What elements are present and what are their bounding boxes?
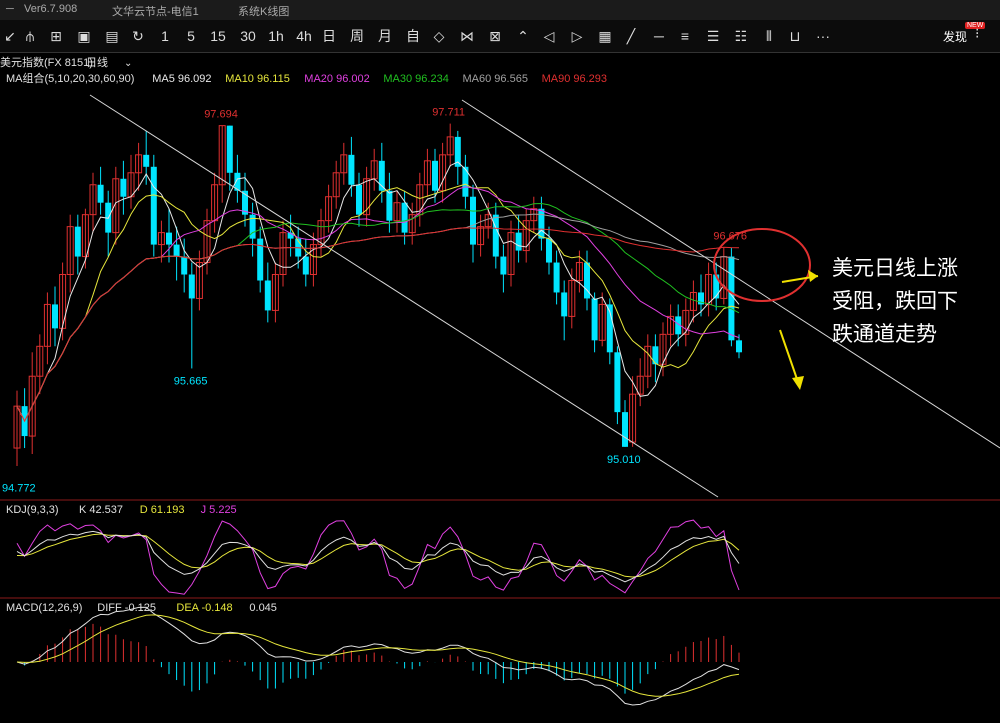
candle-body-down [432, 160, 438, 191]
kdj-legend: KDJ(9,3,3) K 42.537 D 61.193 J 5.225 [6, 504, 237, 516]
ma30-line [16, 202, 740, 423]
ma60-line [16, 213, 740, 423]
candle-body-down [546, 238, 552, 263]
candle-body-down [652, 346, 659, 365]
candle-body-down [470, 196, 476, 245]
candle-body-down [143, 154, 150, 167]
macd-plot [16, 606, 740, 706]
kdj-j-line [16, 519, 740, 595]
maLegend-item-5: MA60 96.565 [463, 73, 528, 85]
candlestick-series [13, 123, 742, 466]
candle-body-down [173, 244, 180, 257]
kdjLegend-item-1: K 42.537 [79, 504, 123, 516]
candle-body-down [500, 256, 507, 275]
candle-body-down [515, 232, 522, 251]
period-chevron-icon[interactable]: ⌄ [124, 58, 132, 69]
annotation-line-1: 美元日线上涨 [832, 257, 958, 280]
candle-body-down [492, 214, 499, 257]
candle-body-down [74, 226, 81, 257]
candle-body-down [188, 274, 195, 299]
arrow-to-text-head [808, 270, 818, 282]
kline-chart[interactable]: 美元指数(FX 8151) 日线 ⌄ MA组合(5,10,20,30,60,90… [0, 0, 1000, 723]
period-label[interactable]: 日线 [86, 55, 108, 69]
arrow-down-head [792, 376, 804, 390]
maLegend-item-2: MA10 96.115 [225, 73, 290, 85]
price-label-high: 97.711 [432, 107, 465, 119]
candle-body-down [462, 166, 469, 197]
kdj-k-line [16, 530, 740, 583]
maLegend-item-3: MA20 96.002 [304, 73, 369, 85]
ma-legend: MA组合(5,10,20,30,60,90) MA5 96.092 MA10 96.… [6, 71, 607, 85]
macdLegend-item-2: DEA -0.148 [176, 602, 232, 614]
candle-body-down [401, 202, 408, 233]
candle-body-down [728, 256, 735, 341]
maLegend-item-0: MA组合(5,10,20,30,60,90) [6, 71, 134, 85]
ma20-line [16, 186, 740, 423]
channel-lower-line [89, 94, 719, 498]
kdjLegend-item-3: J 5.225 [201, 504, 237, 516]
macd-dea-line [16, 614, 740, 697]
candle-body-down [150, 166, 157, 245]
candle-body-down [97, 184, 104, 203]
maLegend-item-6: MA90 96.293 [542, 73, 607, 85]
macdLegend-item-3: 0.045 [249, 602, 277, 614]
candle-body-down [52, 304, 58, 329]
candle-body-down [226, 125, 233, 173]
candle-body-down [614, 352, 621, 413]
price-label-high: 97.694 [204, 109, 238, 121]
moving-average-lines [16, 161, 740, 423]
price-label-low: 95.010 [607, 454, 641, 466]
candle-body-down [302, 256, 309, 275]
price-label-low: 95.665 [174, 375, 208, 387]
candle-body-down [386, 190, 393, 221]
maLegend-item-4: MA30 96.234 [383, 73, 448, 85]
symbol-title: 美元指数(FX 8151) [0, 55, 93, 69]
kdj-d-line [16, 533, 740, 578]
candle-body-down [553, 262, 560, 293]
candle-body-down [561, 292, 568, 317]
candle-body-down [348, 154, 355, 185]
candle-body-down [538, 208, 545, 239]
annotation-line-2: 受阻，跌回下 [832, 290, 958, 313]
ma10-line [16, 183, 740, 423]
kdj-lines [16, 519, 740, 595]
candle-body-down [736, 340, 742, 353]
kdjLegend-item-2: D 61.193 [140, 504, 185, 516]
annotation-line-3: 跌通道走势 [832, 323, 937, 346]
candle-body-down [181, 256, 188, 275]
arrow-down [779, 329, 799, 383]
candle-body-down [120, 178, 127, 197]
candle-body-down [591, 298, 598, 341]
macdLegend-item-0: MACD(12,26,9) [6, 602, 82, 614]
candle-body-down [264, 280, 271, 311]
candle-body-down [356, 184, 362, 215]
macd-legend: MACD(12,26,9) DIFF -0.125 DEA -0.148 0.045 [6, 602, 277, 614]
kdjLegend-item-0: KDJ(9,3,3) [6, 504, 59, 516]
price-label-low: 94.772 [2, 482, 36, 494]
candle-body-down [622, 412, 628, 447]
candle-body-down [166, 232, 172, 245]
maLegend-item-1: MA5 96.092 [152, 73, 211, 85]
